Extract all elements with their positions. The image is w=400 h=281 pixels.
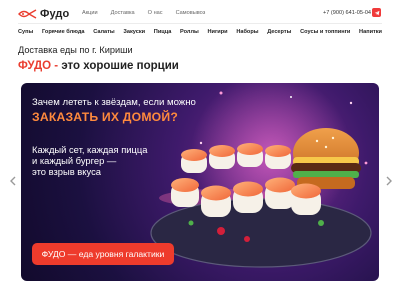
top-nav: Акции Доставка О нас Самовывоз: [82, 10, 218, 16]
category-salads[interactable]: Салаты: [93, 29, 114, 39]
phone-link[interactable]: +7 (900) 641-05-04: [323, 10, 371, 16]
arrow-right-icon[interactable]: [385, 176, 393, 186]
header-divider: [18, 23, 382, 24]
page-title-rest: это хорошие порции: [58, 60, 179, 72]
arrow-left-icon[interactable]: [9, 176, 17, 186]
category-desserts[interactable]: Десерты: [267, 29, 291, 39]
category-drinks[interactable]: Напитки: [359, 29, 382, 39]
category-nigiri[interactable]: Нигири: [208, 29, 228, 39]
banner-cta-button[interactable]: ФУДО — еда уровня галактики: [32, 243, 174, 265]
banner-body: Каждый сет, каждая пицца и каждый бургер…: [32, 144, 162, 178]
banner-line1: Зачем лететь к звёздам, если можно: [32, 97, 196, 108]
category-rolls[interactable]: Роллы: [180, 29, 199, 39]
banner-body-line: Каждый сет, каждая пицца: [32, 144, 148, 155]
logo-icon: [18, 9, 37, 19]
banner-body-line: это взрыв вкуса: [32, 166, 101, 178]
top-nav-item-about[interactable]: О нас: [148, 10, 163, 16]
logo[interactable]: Фудо: [18, 7, 70, 21]
promo-banner[interactable]: Зачем лететь к звёздам, если можно ЗАКАЗ…: [21, 83, 379, 281]
telegram-icon: [374, 10, 379, 15]
logo-text: Фудо: [40, 8, 70, 20]
category-sets[interactable]: Наборы: [236, 29, 258, 39]
category-nav: Супы Горячие блюда Салаты Закуски Пицца …: [18, 29, 382, 39]
page-title: ФУДО - это хорошие порции: [18, 60, 179, 72]
category-snacks[interactable]: Закуски: [123, 29, 145, 39]
category-soups[interactable]: Супы: [18, 29, 33, 39]
top-nav-item-promo[interactable]: Акции: [82, 10, 98, 16]
page-subtitle: Доставка еды по г. Кириши: [18, 45, 133, 55]
category-sauces[interactable]: Соусы и топпинги: [300, 29, 350, 39]
top-nav-item-delivery[interactable]: Доставка: [111, 10, 135, 16]
category-hot-dishes[interactable]: Горячие блюда: [42, 29, 85, 39]
banner-headline: ЗАКАЗАТЬ ИХ ДОМОЙ?: [32, 110, 178, 124]
banner-body-line: и каждый бургер —: [32, 155, 117, 167]
top-nav-item-pickup[interactable]: Самовывоз: [176, 10, 206, 16]
page-title-brand: ФУДО -: [18, 60, 59, 72]
category-pizza[interactable]: Пицца: [154, 29, 172, 39]
telegram-button[interactable]: [372, 8, 381, 17]
